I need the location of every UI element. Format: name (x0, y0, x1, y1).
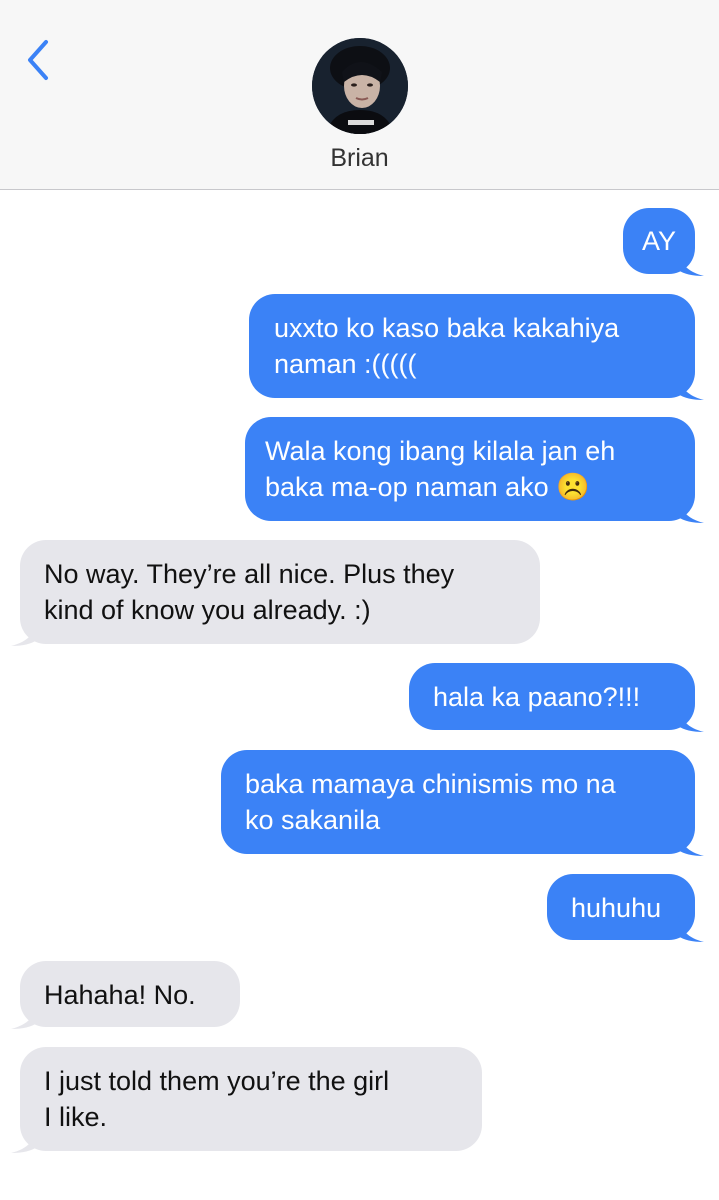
message-text: hala ka paano?!!! (433, 682, 641, 712)
message-text: baka ma-op naman ako ☹️ (265, 472, 590, 502)
sent-message[interactable]: huhuhu (547, 874, 704, 942)
avatar[interactable] (312, 38, 408, 134)
conversation-header: Brian (0, 0, 719, 190)
sent-message[interactable]: Wala kong ibang kilala jan eh baka ma-op… (245, 417, 704, 523)
contact-name[interactable]: Brian (0, 144, 719, 173)
message-text: baka mamaya chinismis mo na (245, 769, 616, 799)
sent-message[interactable]: baka mamaya chinismis mo na ko sakanila (221, 750, 704, 856)
sent-message[interactable]: hala ka paano?!!! (409, 663, 704, 732)
chevron-left-icon (28, 40, 48, 80)
message-text: No way. They’re all nice. Plus they (44, 559, 455, 589)
received-message[interactable]: No way. They’re all nice. Plus they kind… (11, 540, 540, 646)
bubble-tail (678, 706, 704, 732)
bubble-tail (678, 916, 704, 942)
message-text: Wala kong ibang kilala jan eh (265, 436, 616, 466)
bubble-tail (678, 374, 704, 400)
sent-message[interactable]: AY (623, 208, 704, 276)
message-text: uxxto ko kaso baka kakahiya (274, 313, 620, 343)
bubble-tail (11, 620, 37, 646)
message-text: naman :((((( (274, 349, 417, 379)
bubble-tail (11, 1003, 37, 1029)
received-message[interactable]: I just told them you’re the girl I like. (11, 1047, 482, 1153)
message-text: Hahaha! No. (44, 980, 196, 1010)
bubble-tail (678, 250, 704, 276)
message-text: huhuhu (571, 893, 662, 923)
contact-photo-icon (312, 38, 408, 134)
back-button[interactable] (22, 36, 58, 84)
bubble-tail (678, 830, 704, 856)
bubble-tail (11, 1127, 37, 1153)
bubble-tail (678, 497, 704, 523)
sent-message[interactable]: uxxto ko kaso baka kakahiya naman :((((( (249, 294, 704, 400)
message-text: ko sakanila (245, 805, 381, 835)
message-text: kind of know you already. :) (44, 595, 371, 625)
message-text: I like. (44, 1102, 108, 1132)
received-message[interactable]: Hahaha! No. (11, 961, 240, 1029)
message-text: I just told them you’re the girl (44, 1066, 390, 1096)
